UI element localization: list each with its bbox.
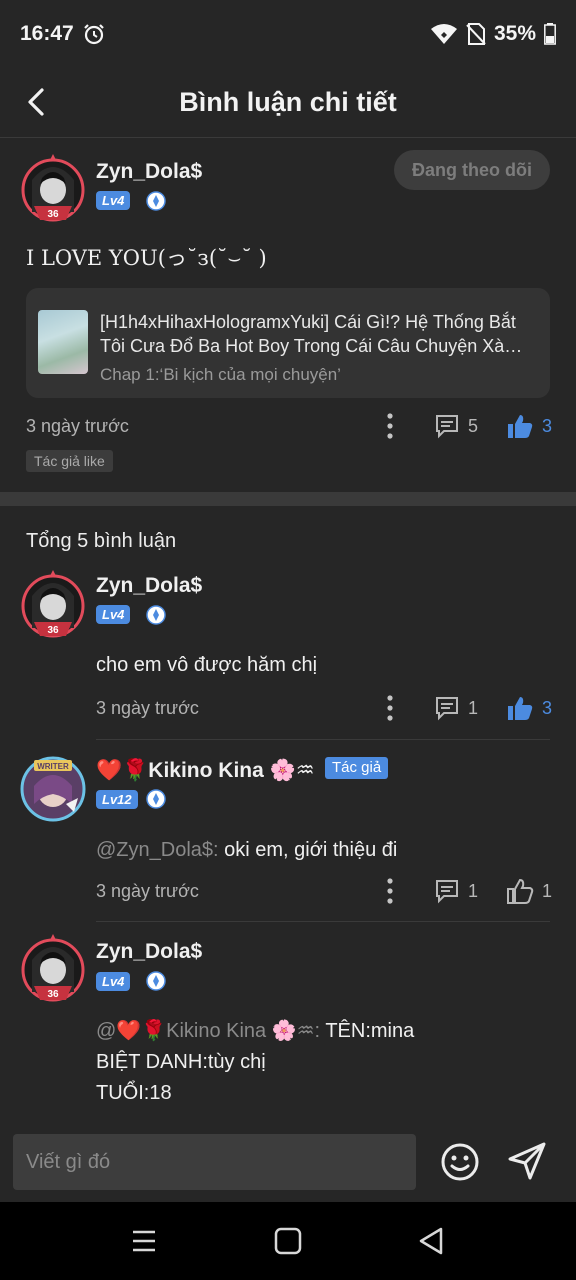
like-button[interactable]: 3 — [506, 693, 552, 723]
status-right: 35% — [430, 22, 556, 46]
like-count: 3 — [542, 697, 553, 718]
svg-text:36: 36 — [47, 625, 59, 636]
level-badge: Lv12 — [96, 790, 138, 809]
svg-text:WRITER: WRITER — [37, 762, 69, 771]
reply-button[interactable]: 5 — [434, 411, 478, 441]
story-thumbnail — [38, 310, 88, 374]
comment-body: oki em, giới thiệu đi — [218, 839, 398, 861]
verified-icon — [146, 971, 166, 991]
like-count: 1 — [542, 880, 553, 901]
comment-mention[interactable]: @❤️🌹Kikino Kina 🌸♒: — [96, 1020, 320, 1042]
level-badge: Lv4 — [96, 191, 131, 210]
no-sim-icon — [466, 23, 486, 45]
reply-button[interactable]: 1 — [434, 876, 478, 906]
alarm-icon — [83, 24, 104, 45]
wifi-icon — [430, 24, 457, 44]
main-post: 36 Zyn_Dola$ Lv4 Đang theo dõi I LOVE YO… — [0, 138, 576, 492]
emoji-icon[interactable] — [440, 1142, 480, 1182]
back-arrow-icon[interactable] — [20, 84, 56, 120]
svg-text:36: 36 — [47, 209, 59, 220]
verified-icon — [146, 789, 166, 809]
comment-text: @Zyn_Dola$: oki em, giới thiệu đi — [96, 835, 397, 866]
like-count: 3 — [542, 415, 553, 436]
system-nav-bar — [0, 1202, 576, 1280]
reply-count: 1 — [468, 697, 479, 718]
comment-username[interactable]: Zyn_Dola$ — [96, 574, 202, 598]
comment-item: WRITER ❤️🌹Kikino Kina 🌸♒ Tác giả Lv12 @Z… — [0, 740, 576, 922]
story-title: [H1h4xHihaxHologramxYuki] Cái Gì!? Hệ Th… — [100, 312, 523, 356]
reply-button[interactable]: 1 — [434, 693, 478, 723]
comment-item: 36 Zyn_Dola$ Lv4 @❤️🌹Kikino Kina 🌸♒: TÊN… — [0, 922, 576, 1118]
section-divider — [0, 492, 576, 506]
verified-icon — [146, 605, 166, 625]
level-badge: Lv4 — [96, 972, 131, 991]
thumbs-up-icon — [508, 415, 533, 438]
back-nav-icon[interactable] — [417, 1226, 447, 1256]
comment-time: 3 ngày trước — [96, 698, 199, 718]
home-icon[interactable] — [273, 1226, 303, 1256]
comment-time: 3 ngày trước — [96, 881, 199, 901]
comment-username[interactable]: ❤️🌹Kikino Kina 🌸♒ — [96, 758, 315, 783]
level-badge: Lv4 — [96, 605, 131, 624]
like-button[interactable]: 3 — [506, 411, 552, 441]
thumbs-up-icon — [508, 697, 533, 720]
comment-line: TUỔI:18 — [96, 1082, 172, 1104]
author-badge: Tác giả — [325, 757, 389, 779]
status-time: 16:47 — [20, 22, 74, 45]
reply-count: 1 — [468, 880, 479, 901]
comments-total: Tổng 5 bình luận — [26, 530, 177, 552]
recent-apps-icon[interactable] — [129, 1226, 159, 1256]
following-button[interactable]: Đang theo dõi — [394, 150, 550, 190]
battery-percent: 35% — [493, 22, 536, 45]
user-avatar[interactable]: 36 — [20, 570, 86, 640]
comment-icon — [436, 880, 458, 904]
story-card[interactable]: [H1h4xHihaxHologramxYuki] Cái Gì!? Hệ Th… — [26, 288, 550, 398]
comment-item: 36 Zyn_Dola$ Lv4 cho em vô được hăm chị⁠… — [0, 568, 576, 740]
svg-text:36: 36 — [47, 989, 59, 1000]
comment-icon — [436, 697, 458, 721]
author-liked-tag: Tác giả like — [26, 450, 113, 472]
comment-username[interactable]: Zyn_Dola$ — [96, 940, 202, 964]
post-time: 3 ngày trước — [26, 416, 129, 436]
send-icon[interactable] — [506, 1140, 548, 1182]
comment-input-bar: Viết gì đó — [0, 1118, 576, 1202]
reply-count: 5 — [468, 415, 479, 436]
comment-text: @❤️🌹Kikino Kina 🌸♒: TÊN:mina BIỆT DANH:t… — [96, 1016, 414, 1109]
battery-icon — [544, 23, 556, 45]
user-avatar[interactable]: 36 — [20, 154, 86, 224]
status-bar: 16:47 35% — [0, 0, 576, 68]
comment-text: cho em vô được hăm chị⁠ — [96, 654, 318, 676]
comment-icon — [436, 415, 458, 439]
more-options-icon[interactable] — [385, 877, 395, 905]
post-username[interactable]: Zyn_Dola$ — [96, 160, 202, 184]
verified-icon — [146, 191, 166, 211]
comment-line: TÊN:mina — [320, 1020, 415, 1042]
app-header: Bình luận chi tiết — [0, 68, 576, 138]
page-title: Bình luận chi tiết — [179, 87, 397, 117]
more-options-icon[interactable] — [385, 694, 395, 722]
comment-input[interactable]: Viết gì đó — [13, 1134, 416, 1190]
story-chapter: Chap 1:‘Bi kịch của mọi chuyện’ — [100, 365, 341, 384]
comment-line: BIỆT DANH:tùy chị — [96, 1051, 266, 1073]
post-text: I LOVE YOU(っ˘з(˘⌣˘ ) — [26, 246, 267, 270]
more-options-icon[interactable] — [385, 412, 395, 440]
thumbs-up-icon — [507, 878, 534, 904]
user-avatar[interactable]: 36 — [20, 934, 86, 1004]
user-avatar[interactable]: WRITER — [20, 756, 86, 822]
comment-mention[interactable]: @Zyn_Dola$: — [96, 839, 219, 861]
like-button[interactable]: 1 — [506, 876, 552, 906]
